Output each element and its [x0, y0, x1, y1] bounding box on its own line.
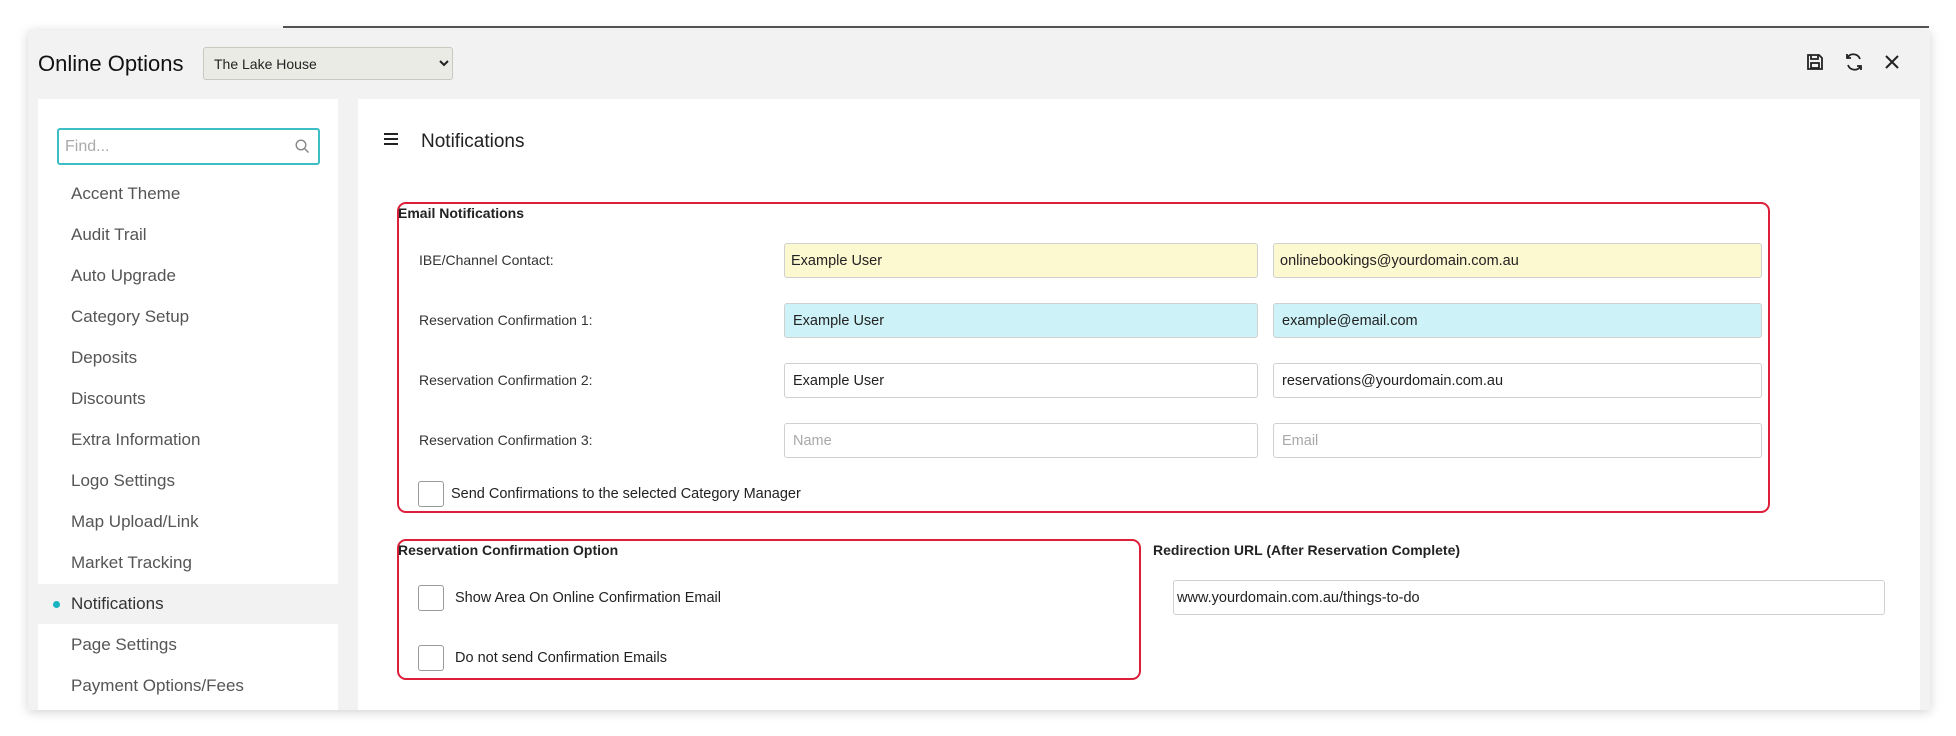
confirmation-1-email-field[interactable] — [1273, 303, 1762, 338]
section-heading: Notifications — [421, 131, 525, 152]
category-manager-checkbox-label: Send Confirmations to the selected Categ… — [451, 486, 801, 502]
save-button[interactable] — [1799, 46, 1831, 78]
sidebar-item-map-upload-link[interactable]: Map Upload/Link — [38, 502, 338, 542]
sidebar-item-label: Category Setup — [71, 307, 190, 326]
sidebar-item-label: Notifications — [71, 594, 164, 613]
hamburger-menu-icon[interactable] — [383, 131, 399, 147]
confirmation-3-name-field[interactable] — [784, 423, 1258, 458]
do-not-send-checkbox[interactable] — [418, 645, 444, 671]
find-box — [57, 128, 320, 165]
sidebar-item-label: Payment Options/Fees — [71, 676, 244, 695]
sidebar-item-label: Accent Theme — [71, 184, 181, 203]
sidebar-item-market-tracking[interactable]: Market Tracking — [38, 543, 338, 583]
refresh-button[interactable] — [1838, 46, 1870, 78]
category-manager-checkbox[interactable] — [418, 481, 444, 507]
sidebar-item-audit-trail[interactable]: Audit Trail — [38, 215, 338, 255]
redirection-url-field[interactable] — [1173, 580, 1885, 615]
confirmation-3-email-field[interactable] — [1273, 423, 1762, 458]
reservation-confirmation-2-label: Reservation Confirmation 2: — [419, 372, 593, 388]
online-options-window: Online Options The Lake House Accent The… — [28, 30, 1930, 710]
sidebar-item-label: Audit Trail — [71, 225, 147, 244]
reservation-confirmation-3-label: Reservation Confirmation 3: — [419, 432, 593, 448]
reservation-confirmation-1-label: Reservation Confirmation 1: — [419, 312, 593, 328]
close-button[interactable] — [1876, 46, 1908, 78]
close-icon — [1885, 55, 1899, 69]
sidebar-item-payment-options-fees[interactable]: Payment Options/Fees — [38, 666, 338, 706]
sidebar-item-category-setup[interactable]: Category Setup — [38, 297, 338, 337]
sidebar-item-label: Market Tracking — [71, 553, 192, 572]
refresh-icon — [1846, 53, 1862, 71]
confirmation-2-name-field[interactable] — [784, 363, 1258, 398]
sidebar-item-label: Logo Settings — [71, 471, 175, 490]
page-title: Online Options — [38, 51, 184, 76]
save-icon — [1807, 54, 1823, 70]
sidebar-item-deposits[interactable]: Deposits — [38, 338, 338, 378]
sidebar: Accent Theme Audit Trail Auto Upgrade Ca… — [38, 99, 338, 710]
sidebar-item-discounts[interactable]: Discounts — [38, 379, 338, 419]
confirmation-option-title: Reservation Confirmation Option — [398, 542, 619, 558]
sidebar-item-label: Map Upload/Link — [71, 512, 199, 531]
main-panel: Notifications Email Notifications IBE/Ch… — [358, 99, 1920, 710]
property-select[interactable]: The Lake House — [203, 47, 453, 80]
redirection-url-title: Redirection URL (After Reservation Compl… — [1153, 542, 1461, 558]
sidebar-item-page-settings[interactable]: Page Settings — [38, 625, 338, 665]
sidebar-item-label: Discounts — [71, 389, 146, 408]
ibe-channel-contact-label: IBE/Channel Contact: — [419, 252, 554, 268]
confirmation-2-email-field[interactable] — [1273, 363, 1762, 398]
sidebar-item-label: Page Settings — [71, 635, 177, 654]
sidebar-item-auto-upgrade[interactable]: Auto Upgrade — [38, 256, 338, 296]
sidebar-item-accent-theme[interactable]: Accent Theme — [38, 174, 338, 214]
ibe-contact-name-field[interactable] — [784, 243, 1258, 278]
email-notifications-title: Email Notifications — [398, 205, 525, 221]
do-not-send-checkbox-label: Do not send Confirmation Emails — [455, 650, 667, 666]
active-indicator-dot — [53, 601, 60, 608]
show-area-checkbox[interactable] — [418, 585, 444, 611]
confirmation-1-name-field[interactable] — [784, 303, 1258, 338]
top-divider — [283, 26, 1929, 28]
show-area-checkbox-label: Show Area On Online Confirmation Email — [455, 590, 721, 606]
sidebar-item-notifications[interactable]: Notifications — [38, 584, 338, 624]
sidebar-item-extra-information[interactable]: Extra Information — [38, 420, 338, 460]
sidebar-item-logo-settings[interactable]: Logo Settings — [38, 461, 338, 501]
sidebar-item-label: Extra Information — [71, 430, 201, 449]
search-icon — [295, 139, 309, 153]
find-input[interactable] — [59, 130, 279, 163]
sidebar-item-label: Auto Upgrade — [71, 266, 176, 285]
ibe-contact-email-field[interactable] — [1273, 243, 1762, 278]
sidebar-item-label: Deposits — [71, 348, 138, 367]
